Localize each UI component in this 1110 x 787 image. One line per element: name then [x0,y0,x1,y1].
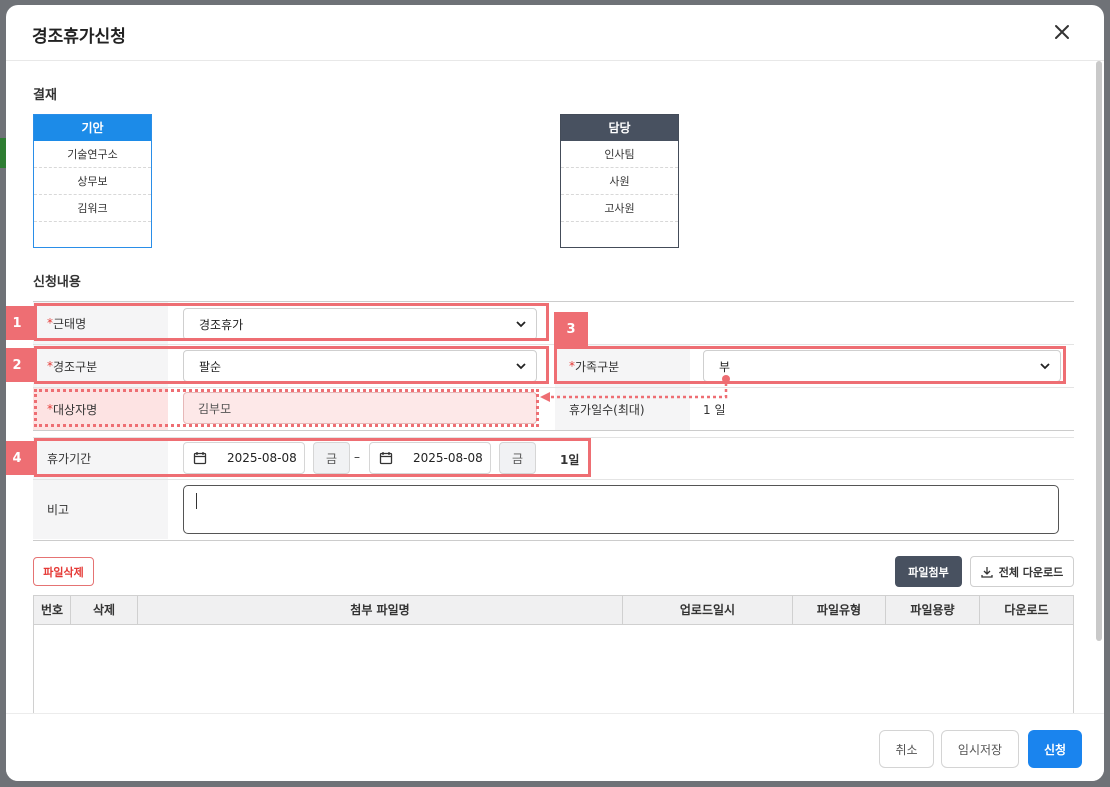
annotation-badge-2: 2 [6,348,34,382]
annotation-box-target [34,389,539,427]
note-textarea[interactable] [183,485,1059,534]
download-all-button[interactable]: 전체 다운로드 [970,556,1074,587]
submit-button[interactable]: 신청 [1028,730,1082,768]
column-header-upload-date: 업로드일시 [623,596,793,625]
column-header-file-size: 파일용량 [886,596,980,625]
approval-manager-name: 고사원 [561,195,678,222]
file-table: 번호 삭제 첨부 파일명 업로드일시 파일유형 파일용량 다운로드 [33,595,1074,715]
approval-drafter-box: 기안 기술연구소 상무보 김워크 [33,114,152,248]
text-caret [196,493,197,509]
approval-drafter-rank: 상무보 [34,168,151,195]
annotation-badge-1: 1 [6,306,34,340]
column-header-filename: 첨부 파일명 [138,596,623,625]
annotation-badge-3: 3 [554,312,588,346]
application-section-title: 신청내용 [33,275,81,290]
column-header-download: 다운로드 [1004,603,1049,617]
annotation-box-1 [34,303,549,341]
annotation-box-4 [34,438,591,477]
approval-manager-rank: 사원 [561,168,678,195]
column-header-delete: 삭제 [71,596,138,625]
form-top-border [33,301,1074,302]
approval-drafter-header: 기안 [34,115,151,141]
note-label: 비고 [33,480,168,539]
cancel-button[interactable]: 취소 [879,730,934,768]
column-header-number: 번호 [34,596,71,625]
approval-drafter-name: 김워크 [34,195,151,222]
modal-header: 경조휴가신청 [6,5,1104,61]
approval-manager-box: 담당 인사팀 사원 고사원 [560,114,679,248]
column-header-file-type: 파일유형 [793,596,886,625]
approval-section-title: 결재 [33,88,57,103]
modal-title: 경조휴가신청 [32,27,126,47]
approval-drafter-dept: 기술연구소 [34,141,151,168]
approval-manager-dept: 인사팀 [561,141,678,168]
scrollbar[interactable] [1096,61,1102,641]
modal-footer: 취소 임시저장 신청 [6,713,1104,781]
save-draft-button[interactable]: 임시저장 [941,730,1019,768]
approval-manager-header: 담당 [561,115,678,141]
file-table-header: 번호 삭제 첨부 파일명 업로드일시 파일유형 파일용량 다운로드 [34,596,1073,625]
close-icon[interactable] [1050,20,1074,44]
annotation-box-2 [34,346,549,384]
download-icon [981,566,993,578]
annotation-arrow [540,375,730,402]
file-delete-button[interactable]: 파일삭제 [33,557,94,586]
file-attach-button[interactable]: 파일첨부 [895,556,962,587]
leave-request-modal: 경조휴가신청 결재 기안 기술연구소 상무보 김워크 담당 인사팀 사원 고사원… [6,5,1104,781]
annotation-badge-4: 4 [6,441,34,475]
